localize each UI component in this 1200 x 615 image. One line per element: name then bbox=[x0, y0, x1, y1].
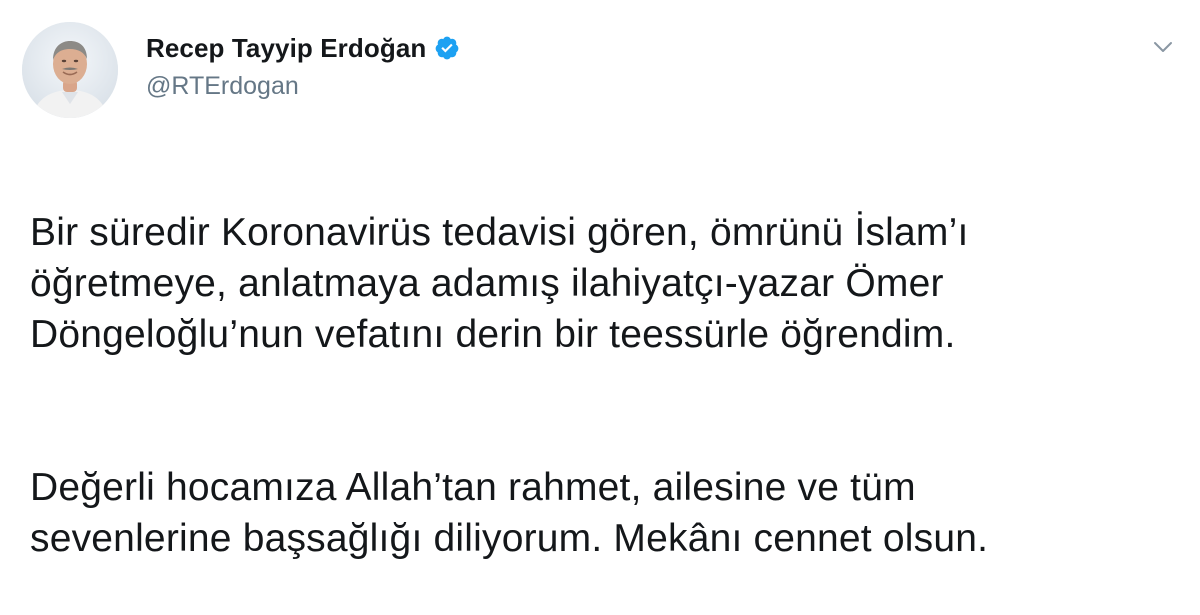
tweet-card: Recep Tayyip Erdoğan @RTErdogan Bir süre… bbox=[0, 0, 1200, 560]
tweet-menu-button[interactable] bbox=[1148, 34, 1178, 64]
chevron-down-icon bbox=[1153, 40, 1173, 58]
verified-badge-icon bbox=[434, 35, 460, 61]
tweet-paragraph: Değerli hocamıza Allah’tan rahmet, ailes… bbox=[30, 466, 989, 560]
author-handle[interactable]: @RTErdogan bbox=[146, 72, 460, 101]
profile-photo bbox=[22, 22, 118, 118]
tweet-paragraph: Bir süredir Koronavirüs tedavisi gören, … bbox=[30, 211, 969, 356]
author-info: Recep Tayyip Erdoğan @RTErdogan bbox=[146, 30, 460, 101]
author-display-name[interactable]: Recep Tayyip Erdoğan bbox=[146, 33, 426, 64]
name-row: Recep Tayyip Erdoğan bbox=[146, 30, 460, 66]
tweet-text: Bir süredir Koronavirüs tedavisi gören, … bbox=[30, 156, 1180, 615]
author-avatar[interactable] bbox=[22, 22, 118, 118]
